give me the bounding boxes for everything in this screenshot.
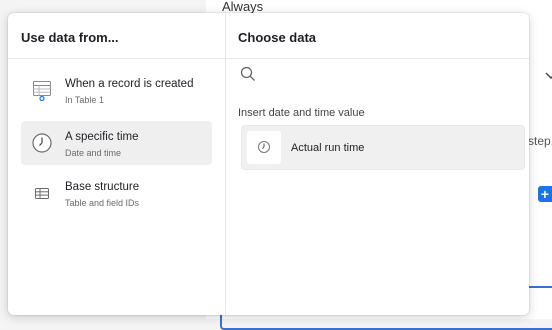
search-icon [240,66,256,82]
chevron-down-icon[interactable] [544,68,552,82]
divider [226,58,529,59]
source-item-specific-time[interactable]: A specific time Date and time [21,121,212,165]
source-item-record-created[interactable]: When a record is created In Table 1 [21,68,212,112]
source-item-subtitle: Table and field IDs [65,198,140,208]
option-icon-box [247,131,281,164]
source-item-title: Base structure [65,181,140,193]
source-item-subtitle: Date and time [65,148,122,158]
search-input[interactable] [262,63,516,87]
option-label: Actual run time [291,142,365,154]
source-pane: Use data from... When a record is create… [8,13,226,315]
clock-icon [258,141,270,153]
choose-data-title: Choose data [238,30,317,45]
add-icon[interactable]: + [538,186,552,202]
section-label: Insert date and time value [238,107,365,119]
data-picker-popup: Use data from... When a record is create… [8,13,529,315]
table-record-icon [31,79,53,102]
table-grid-icon [31,182,53,204]
clock-icon [31,132,53,154]
source-item-base-structure[interactable]: Base structure Table and field IDs [21,171,212,215]
source-item-title: A specific time [65,131,139,143]
choose-data-pane: Choose data Insert date and time value A… [226,13,529,315]
divider [8,58,225,59]
background-always-label: Always [222,0,264,14]
source-item-title: When a record is created [65,78,194,90]
option-actual-run-time[interactable]: Actual run time [241,125,525,170]
background-step-text: step, [528,134,552,148]
source-item-subtitle: In Table 1 [65,95,104,105]
source-pane-title: Use data from... [21,30,119,45]
